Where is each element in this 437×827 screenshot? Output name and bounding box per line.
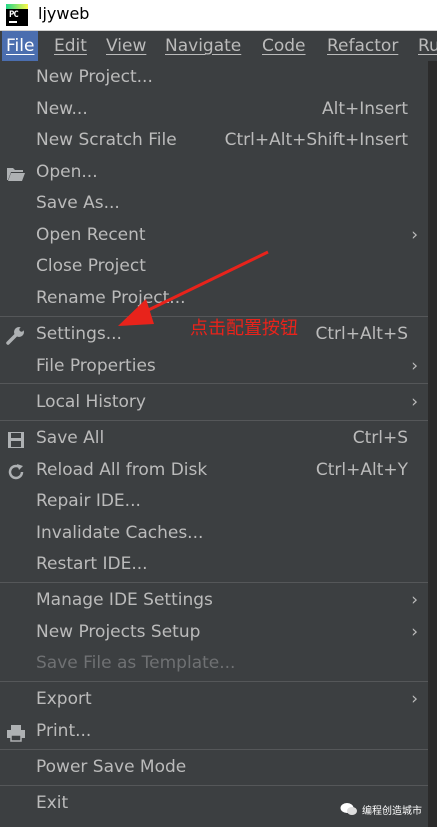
menu-item-label: New Scratch File (36, 130, 177, 150)
submenu-arrow-icon: › (411, 392, 418, 412)
editor-background-strip (429, 61, 437, 827)
submenu-arrow-icon: › (411, 590, 418, 610)
menu-item-label: Open... (36, 162, 98, 182)
menu-item-manage-ide-settings[interactable]: Manage IDE Settings › (0, 586, 428, 616)
menu-item-rename-project[interactable]: Rename Project... (0, 284, 428, 314)
menu-separator (0, 749, 428, 750)
save-icon (8, 432, 24, 448)
window-title: ljyweb (38, 4, 90, 23)
menu-item-label: New... (36, 99, 88, 119)
menu-item-shortcut: Ctrl+S (352, 428, 408, 448)
menu-item-label: Power Save Mode (36, 757, 187, 777)
wrench-icon (6, 327, 24, 345)
menu-item-shortcut: Alt+Insert (321, 99, 408, 119)
menu-item-label: New Project... (36, 67, 153, 87)
menu-item-print[interactable]: Print... (0, 717, 428, 747)
submenu-arrow-icon: › (411, 225, 418, 245)
menu-run[interactable]: Ru (418, 31, 437, 61)
menu-item-label: Open Recent (36, 225, 146, 245)
menu-item-power-save-mode[interactable]: Power Save Mode (0, 753, 428, 783)
menu-item-invalidate-caches[interactable]: Invalidate Caches... (0, 519, 428, 549)
printer-icon (7, 725, 25, 742)
menu-item-new-scratch-file[interactable]: New Scratch File Ctrl+Alt+Shift+Insert (0, 126, 428, 156)
menu-item-label: Restart IDE... (36, 554, 148, 574)
menu-item-save-all[interactable]: Save All Ctrl+S (0, 424, 428, 454)
menu-separator (0, 383, 428, 384)
menu-item-reload-all[interactable]: Reload All from Disk Ctrl+Alt+Y (0, 456, 428, 486)
menu-item-label: Reload All from Disk (36, 460, 208, 480)
menu-item-file-properties[interactable]: File Properties › (0, 352, 428, 382)
menu-item-shortcut: Ctrl+Alt+Shift+Insert (224, 130, 408, 150)
menu-item-new-project[interactable]: New Project... (0, 63, 428, 93)
menu-item-label: New Projects Setup (36, 622, 201, 642)
menu-separator (0, 785, 428, 786)
menu-item-label: Save All (36, 428, 105, 448)
menu-item-label: Export (36, 689, 92, 709)
menu-item-label: Manage IDE Settings (36, 590, 213, 610)
menu-item-label: Save As... (36, 193, 120, 213)
menu-item-label: File Properties (36, 356, 156, 376)
menu-navigate[interactable]: Navigate (165, 31, 241, 61)
menu-separator (0, 582, 428, 583)
menu-item-close-project[interactable]: Close Project (0, 252, 428, 282)
menu-item-local-history[interactable]: Local History › (0, 388, 428, 418)
menu-item-label: Print... (36, 721, 92, 741)
pycharm-logo-icon: PC (6, 4, 28, 26)
menu-item-label: Exit (36, 793, 69, 813)
annotation-label: 点击配置按钮 (190, 318, 298, 339)
menu-bar: File Edit View Navigate Code Refactor Ru (0, 31, 437, 61)
submenu-arrow-icon: › (411, 622, 418, 642)
menu-item-open-recent[interactable]: Open Recent › (0, 221, 428, 251)
menu-item-label: Settings... (36, 324, 122, 344)
menu-item-export[interactable]: Export › (0, 685, 428, 715)
menu-view[interactable]: View (106, 31, 146, 61)
menu-separator (0, 420, 428, 421)
menu-item-label: Local History (36, 392, 146, 412)
wechat-icon (340, 803, 357, 815)
menu-refactor[interactable]: Refactor (327, 31, 398, 61)
watermark-text: 编程创造城市 (362, 806, 422, 817)
submenu-arrow-icon: › (411, 689, 418, 709)
submenu-arrow-icon: › (411, 356, 418, 376)
menu-item-repair-ide[interactable]: Repair IDE... (0, 487, 428, 517)
menu-item-open[interactable]: Open... (0, 158, 428, 188)
menu-item-restart-ide[interactable]: Restart IDE... (0, 550, 428, 580)
folder-open-icon (7, 168, 25, 181)
menu-item-label: Invalidate Caches... (36, 523, 204, 543)
menu-item-save-as[interactable]: Save As... (0, 189, 428, 219)
menu-item-shortcut: Ctrl+Alt+S (315, 324, 408, 344)
menu-item-label: Close Project (36, 256, 146, 276)
menu-code[interactable]: Code (262, 31, 306, 61)
menu-item-label: Rename Project... (36, 288, 186, 308)
menu-edit[interactable]: Edit (54, 31, 87, 61)
title-bar: PC ljyweb (0, 0, 437, 31)
reload-icon (8, 464, 24, 480)
menu-separator (0, 681, 428, 682)
menu-file[interactable]: File (2, 31, 39, 61)
file-menu-dropdown: New Project... New... Alt+Insert New Scr… (0, 61, 429, 827)
menu-item-new[interactable]: New... Alt+Insert (0, 95, 428, 125)
menu-item-shortcut: Ctrl+Alt+Y (315, 460, 408, 480)
menu-item-new-projects-setup[interactable]: New Projects Setup › (0, 618, 428, 648)
menu-item-label: Repair IDE... (36, 491, 141, 511)
menu-item-save-file-as-template: Save File as Template... (0, 649, 428, 679)
menu-item-label: Save File as Template... (36, 653, 236, 673)
